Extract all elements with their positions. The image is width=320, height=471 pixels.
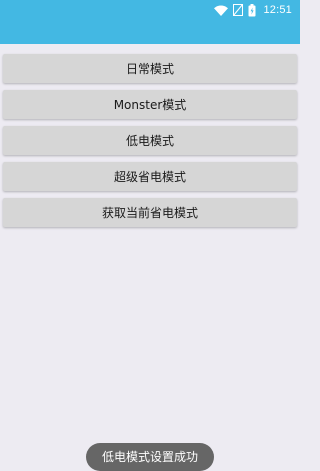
status-icons: 12:51 bbox=[214, 2, 292, 18]
signal-icon bbox=[233, 4, 244, 16]
get-current-power-mode-button[interactable]: 获取当前省电模式 bbox=[3, 198, 297, 227]
monster-mode-button[interactable]: Monster模式 bbox=[3, 90, 297, 119]
battery-icon bbox=[248, 3, 256, 17]
daily-mode-button[interactable]: 日常模式 bbox=[3, 54, 297, 83]
super-power-saving-mode-button[interactable]: 超级省电模式 bbox=[3, 162, 297, 191]
toast-message: 低电模式设置成功 bbox=[86, 443, 214, 471]
mode-button-list: 日常模式 Monster模式 低电模式 超级省电模式 获取当前省电模式 bbox=[3, 54, 297, 234]
wifi-icon bbox=[214, 5, 229, 16]
low-power-mode-button[interactable]: 低电模式 bbox=[3, 126, 297, 155]
status-clock: 12:51 bbox=[263, 4, 292, 16]
status-bar: 12:51 bbox=[0, 0, 300, 44]
